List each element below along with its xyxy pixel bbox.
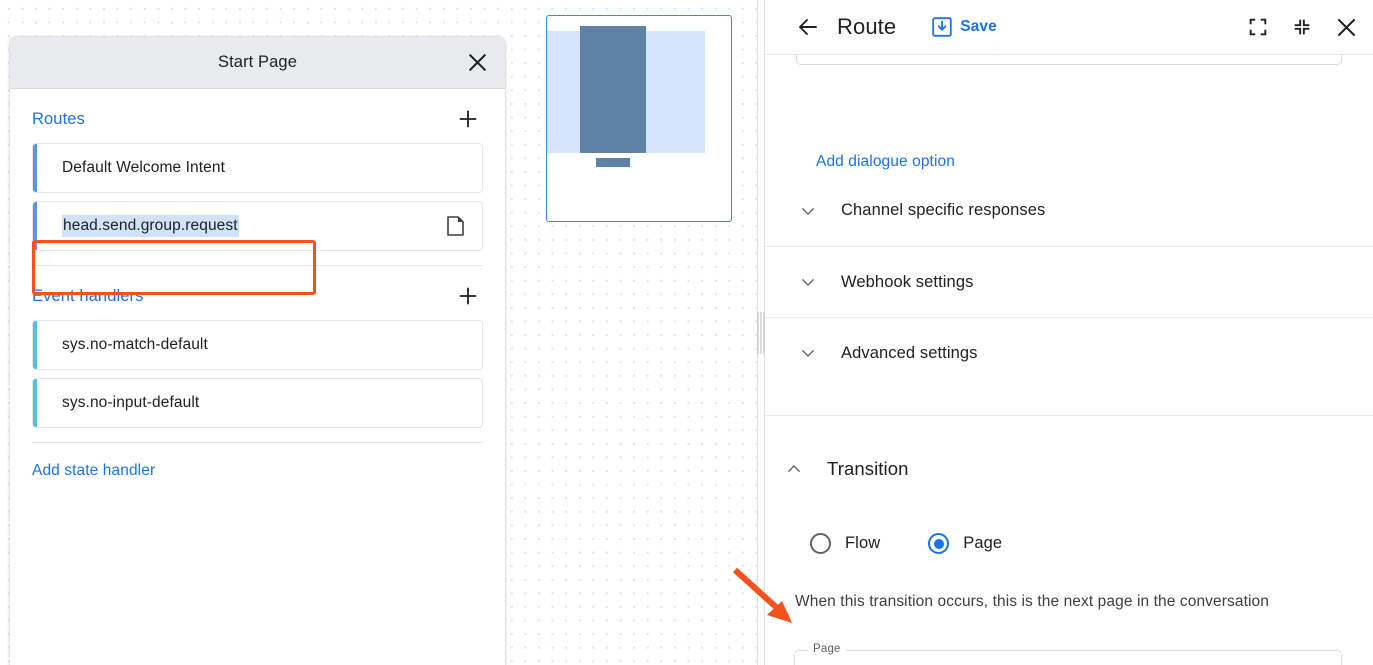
route-list-item-selected[interactable]: head.send.group.request <box>32 201 483 251</box>
transition-helper-text: When this transition occurs, this is the… <box>795 593 1269 611</box>
section-webhook-settings[interactable]: Webhook settings <box>765 246 1373 317</box>
radio-page[interactable]: Page <box>928 533 1002 554</box>
route-accent-bar <box>33 144 37 192</box>
page-select-legend: Page <box>808 643 846 655</box>
app-root: Start Page Routes Default Welcome Inte <box>0 0 1373 665</box>
event-handler-list-item[interactable]: sys.no-match-default <box>32 320 483 370</box>
route-panel-title: Route <box>837 14 896 40</box>
radio-page-dot <box>928 533 949 554</box>
save-icon <box>932 17 952 37</box>
add-event-handler-plus-icon[interactable] <box>453 281 483 311</box>
section-divider <box>32 265 483 266</box>
event-handler-list-item[interactable]: sys.no-input-default <box>32 378 483 428</box>
radio-flow[interactable]: Flow <box>810 533 880 554</box>
panel-header-actions <box>1245 14 1359 40</box>
section-label: Advanced settings <box>841 344 978 363</box>
route-details-panel: Route Save <box>765 0 1373 665</box>
add-route-plus-icon[interactable] <box>453 104 483 134</box>
section-transition[interactable]: Transition <box>783 458 909 480</box>
transition-type-radio-group: Flow Page <box>810 533 1002 554</box>
panel-header: Start Page <box>10 37 505 89</box>
chevron-up-icon <box>783 458 805 480</box>
add-state-handler-link[interactable]: Add state handler <box>32 462 155 480</box>
transition-label: Transition <box>827 458 909 480</box>
section-divider <box>32 442 483 443</box>
event-handler-item-label: sys.no-match-default <box>62 336 208 354</box>
event-handlers-section-header: Event handlers <box>32 272 483 320</box>
section-label: Webhook settings <box>841 273 973 292</box>
routes-section-label: Routes <box>32 110 85 129</box>
close-icon[interactable] <box>461 47 493 79</box>
event-handler-item-label: sys.no-input-default <box>62 394 199 412</box>
flow-minimap[interactable] <box>546 15 732 222</box>
section-label: Channel specific responses <box>841 201 1045 220</box>
page-title: Start Page <box>218 53 297 72</box>
route-accent-bar <box>33 202 37 250</box>
document-icon[interactable] <box>444 215 466 237</box>
page-select[interactable]: Page Collect Further Info <box>794 650 1342 665</box>
close-icon[interactable] <box>1333 14 1359 40</box>
panel-body: Routes Default Welcome Intent head.send.… <box>10 95 505 480</box>
route-panel-content[interactable]: Add dialogue option Channel specific res… <box>765 55 1373 665</box>
route-item-label: head.send.group.request <box>62 215 239 237</box>
route-list-item[interactable]: Default Welcome Intent <box>32 143 483 193</box>
chevron-down-icon <box>797 271 819 293</box>
add-dialogue-option-link[interactable]: Add dialogue option <box>816 153 955 171</box>
section-divider <box>765 415 1373 416</box>
arrow-left-icon[interactable] <box>795 14 821 40</box>
chevron-down-icon <box>797 200 819 222</box>
section-advanced-settings[interactable]: Advanced settings <box>765 317 1373 388</box>
start-page-panel: Start Page Routes Default Welcome Inte <box>9 36 506 665</box>
radio-flow-label: Flow <box>845 534 880 553</box>
route-panel-header: Route Save <box>765 0 1373 55</box>
event-accent-bar <box>33 379 37 427</box>
route-item-label: Default Welcome Intent <box>62 159 225 177</box>
event-accent-bar <box>33 321 37 369</box>
chevron-down-icon <box>797 342 819 364</box>
fullscreen-collapse-icon[interactable] <box>1289 14 1315 40</box>
routes-section-header: Routes <box>32 95 483 143</box>
save-button-label: Save <box>960 18 997 36</box>
panel-splitter[interactable] <box>757 0 765 665</box>
minimap-node <box>580 26 646 153</box>
fullscreen-expand-icon[interactable] <box>1245 14 1271 40</box>
event-handlers-section-label: Event handlers <box>32 287 143 306</box>
splitter-grip-icon <box>758 312 765 354</box>
section-channel-specific-responses[interactable]: Channel specific responses <box>765 175 1373 246</box>
save-button[interactable]: Save <box>932 17 997 37</box>
radio-flow-dot <box>810 533 831 554</box>
radio-page-label: Page <box>963 534 1002 553</box>
minimap-node-small <box>596 158 630 167</box>
